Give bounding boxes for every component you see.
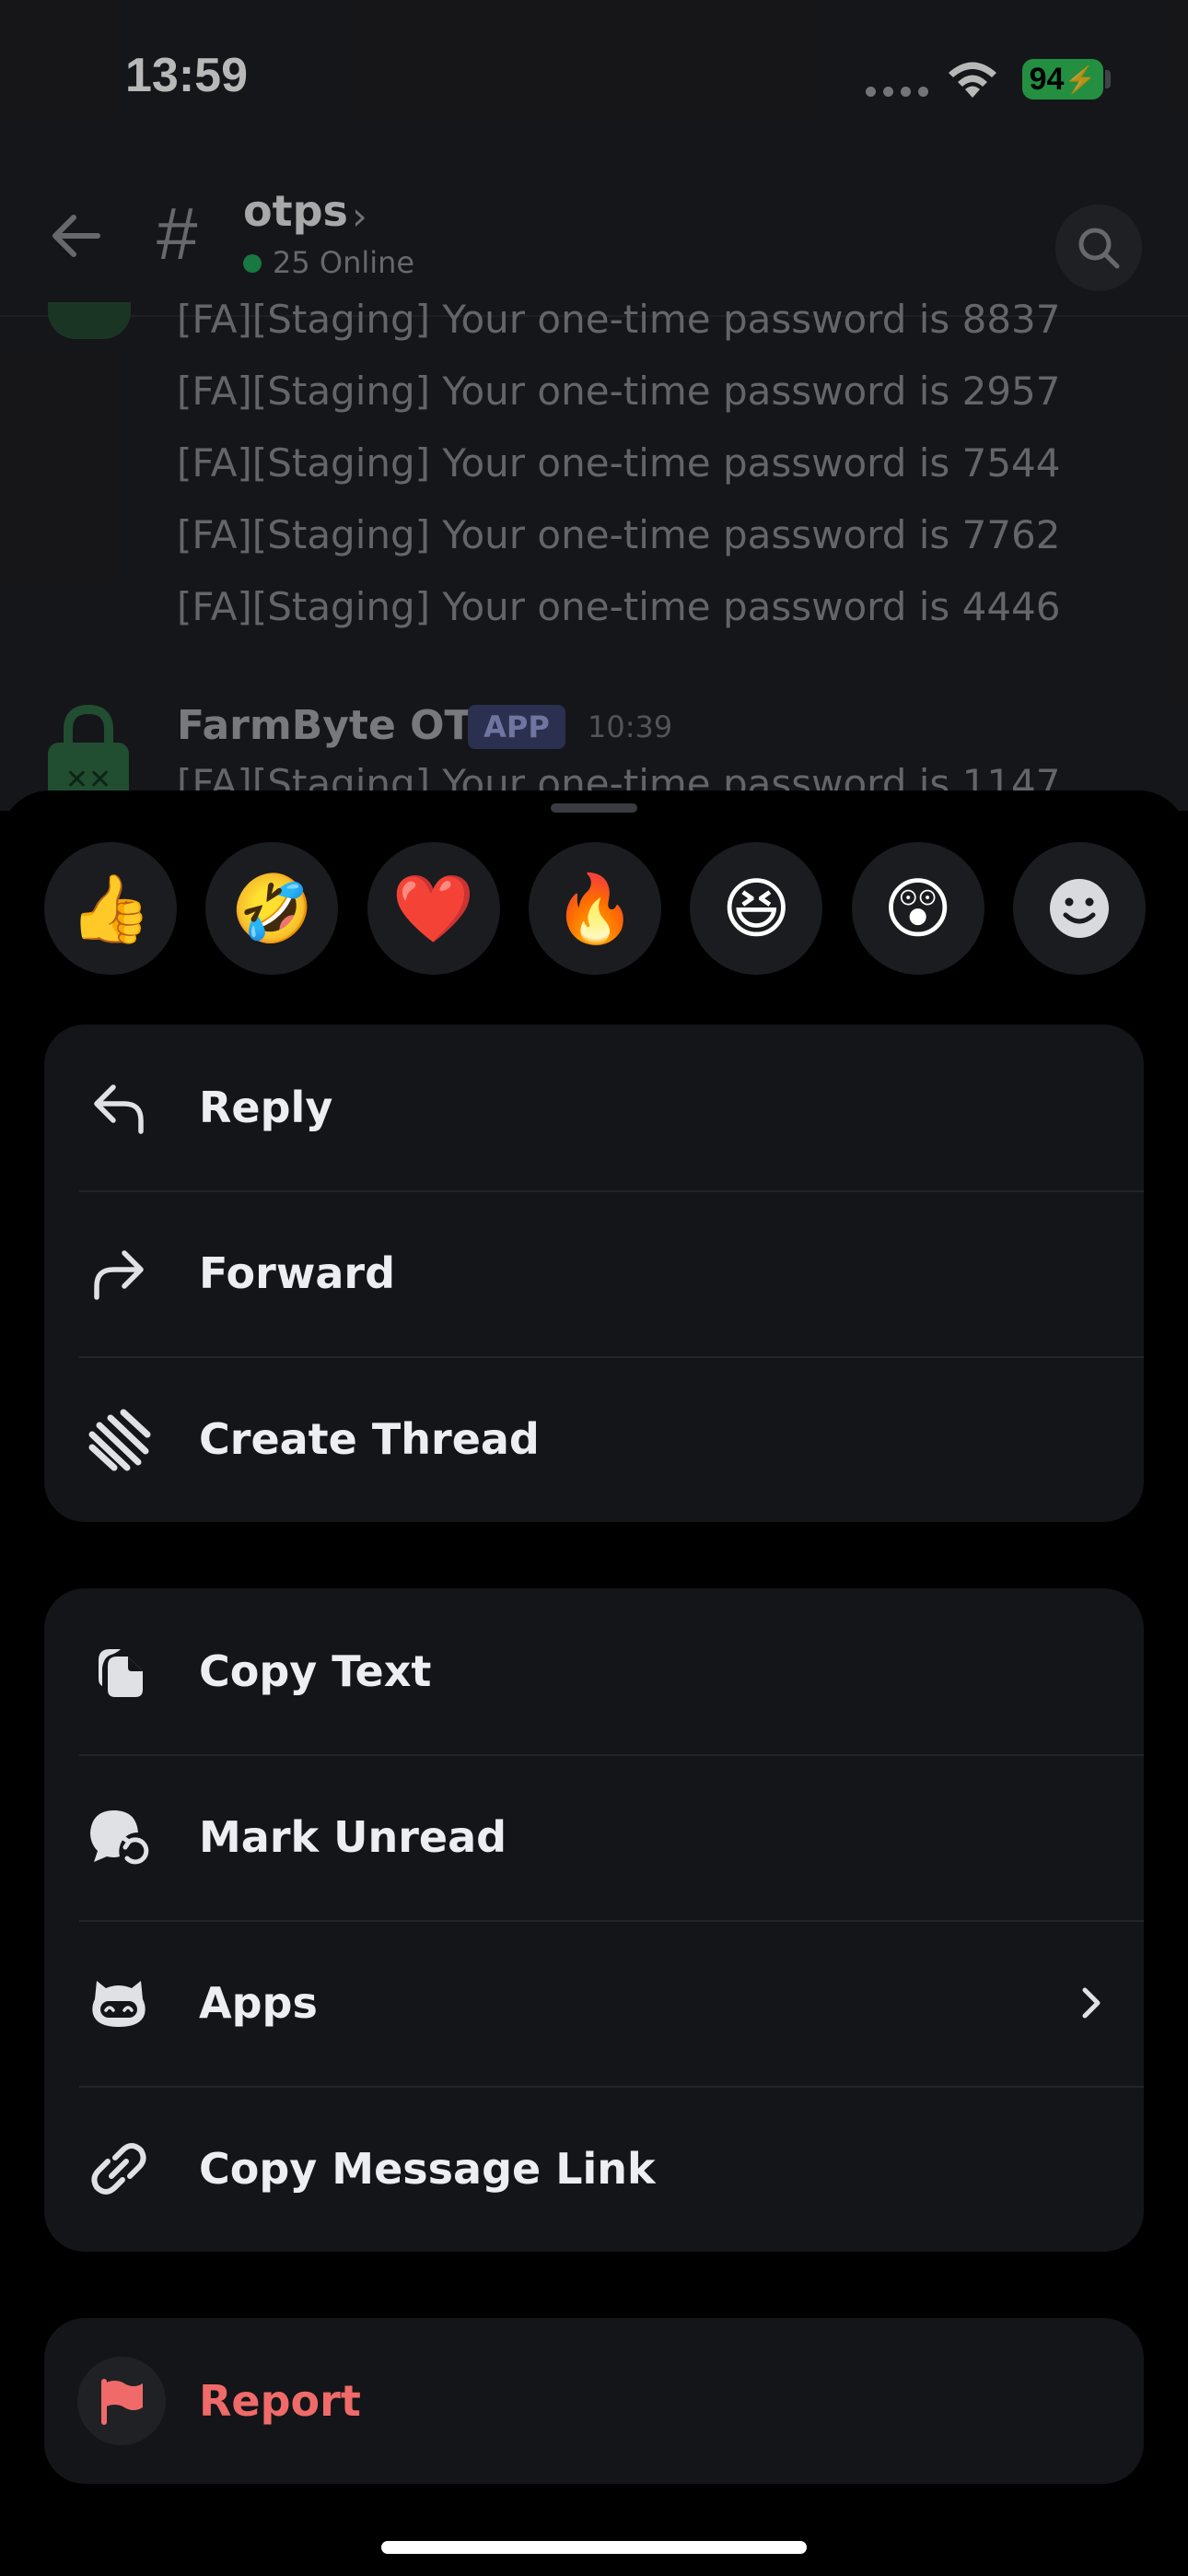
reaction-laughing[interactable]: 😆: [690, 842, 823, 975]
reaction-thumbs-up[interactable]: 👍: [44, 842, 177, 975]
forward-icon: [87, 1241, 151, 1306]
sheet-grabber[interactable]: [551, 803, 637, 813]
thread-icon: [87, 1407, 151, 1471]
action-group-danger: Report: [44, 2318, 1144, 2484]
home-indicator[interactable]: [381, 2541, 807, 2554]
forward-label: Forward: [199, 1248, 395, 1298]
apps-button[interactable]: Apps: [44, 1920, 1144, 2086]
quick-reactions: 👍 🤣 ❤️ 🔥 😆 😲: [44, 842, 1146, 975]
create-thread-label: Create Thread: [199, 1414, 540, 1464]
report-label: Report: [199, 2376, 361, 2426]
add-reaction-icon: [1049, 879, 1109, 938]
message-action-sheet: 👍 🤣 ❤️ 🔥 😆 😲 Reply Forward Create Thread…: [0, 790, 1188, 2576]
action-group-secondary: Copy Text Mark Unread Apps Copy Message …: [44, 1588, 1144, 2252]
add-reaction-button[interactable]: [1012, 842, 1146, 975]
reaction-heart[interactable]: ❤️: [367, 842, 500, 975]
reaction-rofl[interactable]: 🤣: [205, 842, 339, 975]
forward-button[interactable]: Forward: [44, 1190, 1144, 1356]
background-overlay[interactable]: [0, 0, 1188, 811]
link-icon: [87, 2137, 151, 2201]
chevron-right-icon: [1082, 1987, 1101, 2019]
mark-unread-button[interactable]: Mark Unread: [44, 1754, 1144, 1920]
reply-icon: [87, 1075, 151, 1140]
apps-label: Apps: [199, 1978, 318, 2028]
copy-message-link-label: Copy Message Link: [199, 2144, 656, 2194]
copy-text-label: Copy Text: [199, 1646, 432, 1696]
mark-unread-icon: [87, 1805, 151, 1869]
copy-text-button[interactable]: Copy Text: [44, 1588, 1144, 1754]
reply-button[interactable]: Reply: [44, 1025, 1144, 1190]
apps-icon: [87, 1971, 151, 2035]
reaction-astonished[interactable]: 😲: [851, 842, 984, 975]
report-icon-container: [77, 2357, 166, 2445]
copy-icon: [87, 1639, 151, 1704]
reply-label: Reply: [199, 1083, 333, 1132]
chat-background: 13:59 94 ⚡ # otps › 25 Online [FA][Stagin…: [0, 0, 1188, 811]
report-button[interactable]: Report: [44, 2318, 1144, 2484]
flag-icon: [101, 2379, 143, 2425]
action-group-primary: Reply Forward Create Thread: [44, 1025, 1144, 1522]
mark-unread-label: Mark Unread: [199, 1812, 507, 1862]
copy-message-link-button[interactable]: Copy Message Link: [44, 2086, 1144, 2252]
reaction-fire[interactable]: 🔥: [528, 842, 661, 975]
create-thread-button[interactable]: Create Thread: [44, 1356, 1144, 1522]
